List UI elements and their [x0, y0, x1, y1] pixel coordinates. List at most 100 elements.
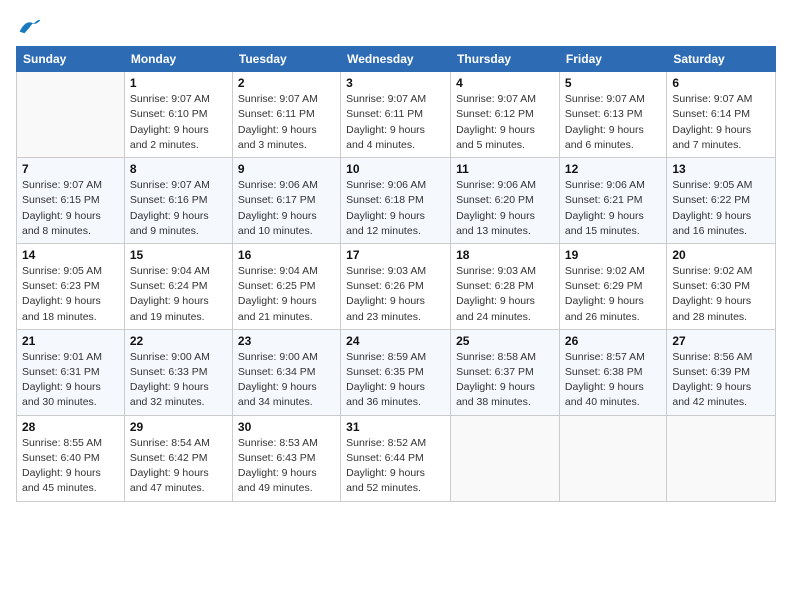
day-number: 26: [565, 334, 661, 348]
day-number: 10: [346, 162, 445, 176]
day-info: Sunrise: 9:04 AMSunset: 6:24 PMDaylight:…: [130, 264, 227, 325]
day-info: Sunrise: 8:55 AMSunset: 6:40 PMDaylight:…: [22, 436, 119, 497]
day-number: 15: [130, 248, 227, 262]
daylight-line1: Daylight: 9 hours: [456, 209, 554, 224]
daylight-line1: Daylight: 9 hours: [565, 123, 661, 138]
sunrise-text: Sunrise: 8:57 AM: [565, 350, 661, 365]
day-info: Sunrise: 8:53 AMSunset: 6:43 PMDaylight:…: [238, 436, 335, 497]
calendar-week-row: 21Sunrise: 9:01 AMSunset: 6:31 PMDayligh…: [17, 329, 776, 415]
calendar-header-row: SundayMondayTuesdayWednesdayThursdayFrid…: [17, 47, 776, 72]
calendar-cell: 19Sunrise: 9:02 AMSunset: 6:29 PMDayligh…: [559, 243, 666, 329]
day-number: 6: [672, 76, 770, 90]
calendar-cell: 29Sunrise: 8:54 AMSunset: 6:42 PMDayligh…: [124, 415, 232, 501]
sunset-text: Sunset: 6:22 PM: [672, 193, 770, 208]
daylight-line2: and 10 minutes.: [238, 224, 335, 239]
calendar-week-row: 14Sunrise: 9:05 AMSunset: 6:23 PMDayligh…: [17, 243, 776, 329]
sunset-text: Sunset: 6:11 PM: [346, 107, 445, 122]
daylight-line1: Daylight: 9 hours: [238, 466, 335, 481]
day-info: Sunrise: 9:07 AMSunset: 6:11 PMDaylight:…: [238, 92, 335, 153]
daylight-line1: Daylight: 9 hours: [672, 123, 770, 138]
daylight-line1: Daylight: 9 hours: [346, 294, 445, 309]
sunrise-text: Sunrise: 8:52 AM: [346, 436, 445, 451]
day-number: 12: [565, 162, 661, 176]
daylight-line2: and 9 minutes.: [130, 224, 227, 239]
daylight-line2: and 40 minutes.: [565, 395, 661, 410]
day-info: Sunrise: 9:06 AMSunset: 6:20 PMDaylight:…: [456, 178, 554, 239]
daylight-line2: and 4 minutes.: [346, 138, 445, 153]
daylight-line2: and 15 minutes.: [565, 224, 661, 239]
calendar-week-row: 1Sunrise: 9:07 AMSunset: 6:10 PMDaylight…: [17, 72, 776, 158]
day-number: 25: [456, 334, 554, 348]
day-info: Sunrise: 9:01 AMSunset: 6:31 PMDaylight:…: [22, 350, 119, 411]
sunrise-text: Sunrise: 9:04 AM: [130, 264, 227, 279]
calendar-cell: 13Sunrise: 9:05 AMSunset: 6:22 PMDayligh…: [667, 158, 776, 244]
sunset-text: Sunset: 6:13 PM: [565, 107, 661, 122]
daylight-line1: Daylight: 9 hours: [22, 380, 119, 395]
day-number: 8: [130, 162, 227, 176]
calendar-cell: 31Sunrise: 8:52 AMSunset: 6:44 PMDayligh…: [341, 415, 451, 501]
calendar-cell: 1Sunrise: 9:07 AMSunset: 6:10 PMDaylight…: [124, 72, 232, 158]
sunrise-text: Sunrise: 9:07 AM: [130, 92, 227, 107]
daylight-line2: and 30 minutes.: [22, 395, 119, 410]
day-info: Sunrise: 9:04 AMSunset: 6:25 PMDaylight:…: [238, 264, 335, 325]
day-number: 11: [456, 162, 554, 176]
day-info: Sunrise: 9:02 AMSunset: 6:29 PMDaylight:…: [565, 264, 661, 325]
sunset-text: Sunset: 6:10 PM: [130, 107, 227, 122]
sunset-text: Sunset: 6:14 PM: [672, 107, 770, 122]
daylight-line2: and 19 minutes.: [130, 310, 227, 325]
day-number: 24: [346, 334, 445, 348]
daylight-line2: and 18 minutes.: [22, 310, 119, 325]
day-number: 7: [22, 162, 119, 176]
daylight-line1: Daylight: 9 hours: [456, 294, 554, 309]
sunset-text: Sunset: 6:17 PM: [238, 193, 335, 208]
day-info: Sunrise: 9:06 AMSunset: 6:21 PMDaylight:…: [565, 178, 661, 239]
day-info: Sunrise: 9:07 AMSunset: 6:11 PMDaylight:…: [346, 92, 445, 153]
calendar-header-day: Friday: [559, 47, 666, 72]
calendar-header-day: Monday: [124, 47, 232, 72]
sunset-text: Sunset: 6:21 PM: [565, 193, 661, 208]
sunset-text: Sunset: 6:31 PM: [22, 365, 119, 380]
sunset-text: Sunset: 6:12 PM: [456, 107, 554, 122]
day-number: 29: [130, 420, 227, 434]
sunset-text: Sunset: 6:15 PM: [22, 193, 119, 208]
day-info: Sunrise: 8:57 AMSunset: 6:38 PMDaylight:…: [565, 350, 661, 411]
calendar-cell: 6 Sunrise: 9:07 AMSunset: 6:14 PMDaylight…: [667, 72, 776, 158]
day-info: Sunrise: 9:07 AMSunset: 6:14 PMDaylight:…: [672, 92, 770, 153]
day-info: Sunrise: 9:05 AMSunset: 6:22 PMDaylight:…: [672, 178, 770, 239]
sunset-text: Sunset: 6:34 PM: [238, 365, 335, 380]
calendar-cell: 21Sunrise: 9:01 AMSunset: 6:31 PMDayligh…: [17, 329, 125, 415]
calendar-cell: [17, 72, 125, 158]
daylight-line2: and 45 minutes.: [22, 481, 119, 496]
daylight-line2: and 36 minutes.: [346, 395, 445, 410]
calendar-header-day: Saturday: [667, 47, 776, 72]
daylight-line1: Daylight: 9 hours: [22, 294, 119, 309]
sunset-text: Sunset: 6:39 PM: [672, 365, 770, 380]
calendar-cell: 27Sunrise: 8:56 AMSunset: 6:39 PMDayligh…: [667, 329, 776, 415]
daylight-line2: and 42 minutes.: [672, 395, 770, 410]
sunset-text: Sunset: 6:33 PM: [130, 365, 227, 380]
calendar-week-row: 28Sunrise: 8:55 AMSunset: 6:40 PMDayligh…: [17, 415, 776, 501]
daylight-line1: Daylight: 9 hours: [672, 209, 770, 224]
daylight-line1: Daylight: 9 hours: [22, 209, 119, 224]
day-info: Sunrise: 9:00 AMSunset: 6:33 PMDaylight:…: [130, 350, 227, 411]
day-info: Sunrise: 9:03 AMSunset: 6:28 PMDaylight:…: [456, 264, 554, 325]
sunset-text: Sunset: 6:18 PM: [346, 193, 445, 208]
day-number: 2: [238, 76, 335, 90]
calendar-header-day: Tuesday: [232, 47, 340, 72]
daylight-line1: Daylight: 9 hours: [456, 123, 554, 138]
calendar-cell: 3Sunrise: 9:07 AMSunset: 6:11 PMDaylight…: [341, 72, 451, 158]
daylight-line1: Daylight: 9 hours: [238, 123, 335, 138]
day-info: Sunrise: 9:07 AMSunset: 6:15 PMDaylight:…: [22, 178, 119, 239]
header: [16, 16, 776, 36]
calendar-cell: 12 Sunrise: 9:06 AMSunset: 6:21 PMDayligh…: [559, 158, 666, 244]
sunset-text: Sunset: 6:20 PM: [456, 193, 554, 208]
calendar-cell: 15 Sunrise: 9:04 AMSunset: 6:24 PMDayligh…: [124, 243, 232, 329]
daylight-line1: Daylight: 9 hours: [22, 466, 119, 481]
sunrise-text: Sunrise: 9:07 AM: [22, 178, 119, 193]
day-number: 18: [456, 248, 554, 262]
sunset-text: Sunset: 6:16 PM: [130, 193, 227, 208]
day-info: Sunrise: 9:07 AMSunset: 6:13 PMDaylight:…: [565, 92, 661, 153]
day-number: 16: [238, 248, 335, 262]
daylight-line2: and 16 minutes.: [672, 224, 770, 239]
sunrise-text: Sunrise: 9:01 AM: [22, 350, 119, 365]
